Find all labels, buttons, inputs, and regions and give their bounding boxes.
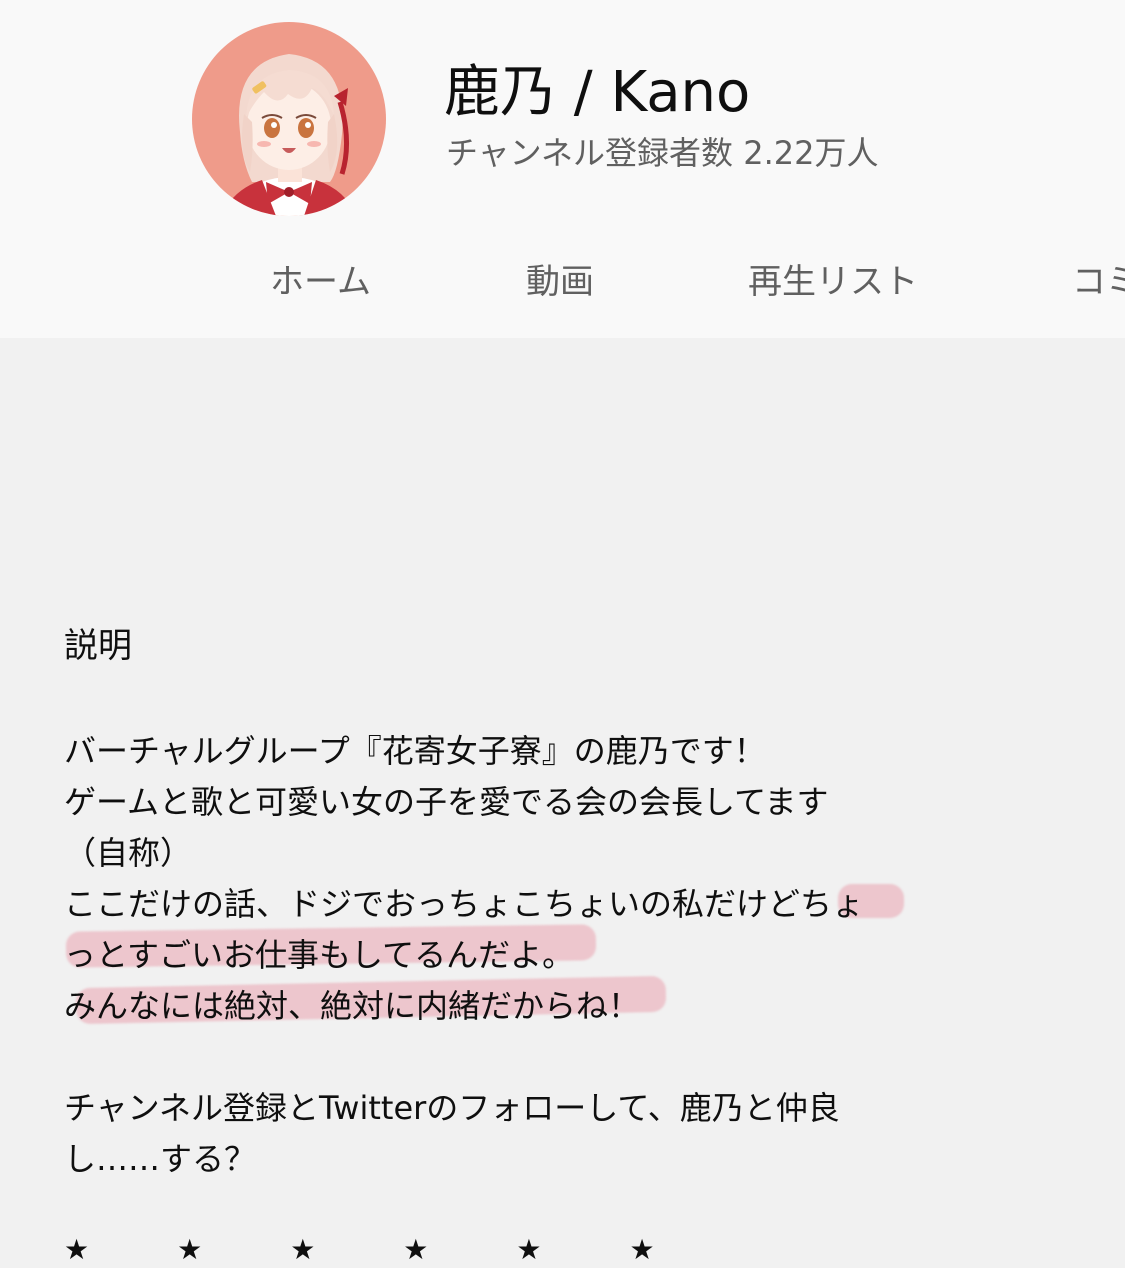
description-line: ここだけの話、ドジでおっちょこちょいの私だけどちょ <box>64 885 865 923</box>
channel-name: 鹿乃 / Kano <box>444 60 751 125</box>
description-heading: 説明 <box>64 626 132 666</box>
description-line: （自称） <box>64 834 193 872</box>
subscriber-count: チャンネル登録者数 2.22万人 <box>446 134 879 172</box>
star-divider: ★★★★★★ <box>64 1233 743 1266</box>
description-line: ゲームと歌と可愛い女の子を愛でる会の会長してます <box>64 783 829 821</box>
description-line: バーチャルグループ『花寄女子寮』の鹿乃です！ <box>64 732 766 770</box>
channel-avatar[interactable] <box>192 22 386 216</box>
tab-home[interactable]: ホーム <box>270 260 371 304</box>
description-blank-line <box>64 1032 964 1083</box>
description-line: っとすごいお仕事もしてるんだよ。 <box>64 936 575 974</box>
tab-videos[interactable]: 動画 <box>526 260 594 304</box>
description-line: みんなには絶対、絶対に内緒だからね！ <box>64 987 641 1025</box>
channel-description: バーチャルグループ『花寄女子寮』の鹿乃です！ ゲームと歌と可愛い女の子を愛でる会… <box>64 726 964 1185</box>
channel-tabs: ホーム 動画 再生リスト コミ <box>0 250 1125 314</box>
description-line: し……する？ <box>64 1140 257 1178</box>
tab-community[interactable]: コミ <box>1072 260 1125 304</box>
avatar-illustration <box>222 54 356 216</box>
tab-playlists[interactable]: 再生リスト <box>748 260 918 304</box>
description-line: チャンネル登録とTwitterのフォローして、鹿乃と仲良 <box>64 1089 840 1127</box>
channel-header: 鹿乃 / Kano チャンネル登録者数 2.22万人 ホーム 動画 再生リスト … <box>0 0 1125 338</box>
